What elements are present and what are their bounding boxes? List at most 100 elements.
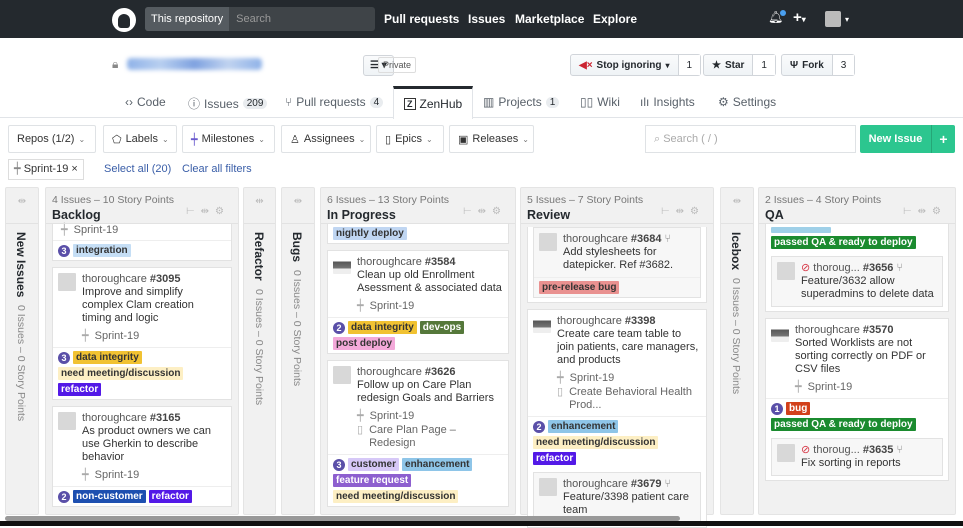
collapsed-pipeline-refactor[interactable]: ⇹ Refactor 0 Issues – 0 Story Points	[243, 187, 276, 515]
watch-count[interactable]: 1	[677, 55, 701, 75]
tab-projects[interactable]: ▥ Projects 1	[483, 95, 560, 109]
issue-summary[interactable]: ⊘ thoroug... #3656 ⑂ Feature/3632 allow s…	[772, 257, 942, 306]
epic-label[interactable]: Care Plan Page – Redesign	[369, 424, 503, 450]
linked-pull-request[interactable]: ⊘ thoroug... #3635 ⑂ Fix sorting in repor…	[771, 438, 943, 476]
label-refactor[interactable]: refactor	[533, 452, 577, 465]
notification-bell-icon[interactable]: 🔔︎	[768, 10, 787, 24]
issue-card[interactable]: nightly deploy	[327, 223, 509, 244]
issue-summary[interactable]: thoroughcare #3584 Clean up old Enrollmen…	[328, 251, 508, 299]
issue-title[interactable]: Sorted Worklists are not sorting correct…	[795, 337, 943, 376]
sprint-label[interactable]: Sprint-19	[74, 224, 119, 237]
issue-card[interactable]: thoroughcare #3626 Follow up on Care Plan…	[327, 360, 509, 507]
label-partial[interactable]	[771, 227, 831, 233]
tab-code[interactable]: ‹› Code	[125, 95, 166, 109]
sprint-label[interactable]: Sprint-19	[95, 330, 140, 343]
issue-author[interactable]: thoroughcare	[795, 324, 860, 336]
issue-card[interactable]: thoroughcare #3684 ⑂ Add stylesheets for …	[527, 227, 707, 303]
issue-number[interactable]: #3165	[150, 412, 181, 424]
issue-summary[interactable]: thoroughcare #3165 As product owners we c…	[53, 407, 231, 468]
tab-wiki[interactable]: ▯▯ Wiki	[580, 95, 620, 109]
issue-title[interactable]: Follow up on Care Plan redesign Goals an…	[357, 379, 503, 405]
pipeline-controls-icon[interactable]: ⊢⇹⚙	[186, 206, 230, 217]
nav-explore[interactable]: Explore	[593, 12, 637, 26]
label-feature-request[interactable]: feature request	[333, 474, 412, 487]
sprint-label[interactable]: Sprint-19	[570, 372, 615, 385]
issue-author[interactable]: thoroughcare	[82, 412, 147, 424]
github-logo-icon[interactable]	[112, 8, 136, 32]
tab-pull-requests[interactable]: ⑂ Pull requests 4	[285, 95, 384, 109]
label-non-customer[interactable]: non-customer	[73, 490, 146, 503]
label-need-meeting-discussion[interactable]: need meeting/discussion	[533, 436, 659, 449]
label-passed-qa-ready-to-deploy[interactable]: passed QA & ready to deploy	[771, 236, 916, 249]
pipeline-controls-icon[interactable]: ⊢⇹⚙	[463, 206, 507, 217]
select-all-link[interactable]: Select all (20)	[104, 163, 171, 175]
label-customer[interactable]: customer	[348, 458, 400, 471]
pipeline-controls-icon[interactable]: ⊢⇹⚙	[661, 206, 705, 217]
star-button[interactable]: ★ Star 1	[703, 54, 776, 76]
label-need-meeting-discussion[interactable]: need meeting/discussion	[333, 490, 459, 503]
milestones-filter[interactable]: ┿ Milestones ⌄	[182, 125, 275, 153]
issue-card[interactable]: thoroughcare #3584 Clean up old Enrollmen…	[327, 250, 509, 354]
clear-filters-link[interactable]: Clear all filters	[182, 163, 252, 175]
label-integration[interactable]: integration	[73, 244, 131, 257]
issue-summary[interactable]: thoroughcare #3684 ⑂ Add stylesheets for …	[534, 228, 700, 277]
label-pre-release-bug[interactable]: pre-release bug	[539, 281, 620, 294]
issue-author[interactable]: thoroughcare	[357, 256, 422, 268]
plus-icon[interactable]: +	[931, 125, 955, 153]
user-avatar[interactable]	[825, 11, 841, 27]
issue-author[interactable]: thoroug...	[813, 262, 859, 274]
epic-label[interactable]: Create Behavioral Health Prod...	[569, 386, 701, 412]
label-need-meeting-discussion[interactable]: need meeting/discussion	[58, 367, 184, 380]
issue-title[interactable]: Fix sorting in reports	[801, 457, 937, 470]
issue-number[interactable]: #3679	[631, 478, 662, 490]
issue-title[interactable]: Create care team table to join patients,…	[557, 328, 701, 367]
issue-number[interactable]: #3684	[631, 233, 662, 245]
sprint-label[interactable]: Sprint-19	[95, 469, 140, 482]
tab-zenhub[interactable]: Z ZenHub	[393, 86, 474, 119]
fork-count[interactable]: 3	[831, 55, 855, 75]
tab-insights[interactable]: ılı Insights	[640, 95, 695, 109]
expand-icon[interactable]: ⇹	[282, 188, 314, 224]
label-data-integrity[interactable]: data integrity	[348, 321, 417, 334]
issue-author[interactable]: thoroug...	[813, 444, 859, 456]
close-icon[interactable]: ×	[71, 163, 77, 175]
issue-title[interactable]: Feature/3632 allow superadmins to delete…	[801, 275, 937, 301]
issue-title[interactable]: As product owners we can use Gherkin to …	[82, 425, 226, 464]
new-issue-button[interactable]: New Issue +	[860, 125, 955, 153]
sprint-label[interactable]: Sprint-19	[370, 410, 415, 423]
pipeline-controls-icon[interactable]: ⊢⇹⚙	[903, 206, 947, 217]
expand-icon[interactable]: ⇹	[6, 188, 38, 224]
issue-number[interactable]: #3626	[425, 366, 456, 378]
issue-author[interactable]: thoroughcare	[563, 233, 628, 245]
tab-settings[interactable]: ⚙ Settings	[718, 95, 776, 109]
issue-card[interactable]: thoroughcare #3570 Sorted Worklists are n…	[765, 318, 949, 481]
issue-number[interactable]: #3584	[425, 256, 456, 268]
plus-icon[interactable]: +▾	[793, 9, 806, 26]
label-refactor[interactable]: refactor	[58, 383, 102, 396]
issue-card[interactable]: thoroughcare #3095 Improve and simplify c…	[52, 267, 232, 400]
issue-card[interactable]: ┿ Sprint-19 3 integration	[52, 224, 232, 261]
issue-number[interactable]: #3656	[863, 262, 894, 274]
issue-title[interactable]: Add stylesheets for datepicker. Ref #368…	[563, 246, 695, 272]
issue-number[interactable]: #3398	[625, 315, 656, 327]
tab-issues[interactable]: ⓘ Issues 209	[188, 95, 268, 112]
chevron-down-icon[interactable]: ▾	[845, 15, 849, 24]
label-dev-ops[interactable]: dev-ops	[419, 321, 465, 334]
collapsed-pipeline-icebox[interactable]: ⇹ Icebox 0 Issues – 0 Story Points	[720, 187, 754, 515]
issue-author[interactable]: thoroughcare	[357, 366, 422, 378]
issue-card[interactable]: thoroughcare #3165 As product owners we c…	[52, 406, 232, 507]
search-input[interactable]: Search	[229, 7, 271, 31]
issue-card[interactable]: thoroughcare #3398 Create care team table…	[527, 309, 707, 528]
issue-summary[interactable]: thoroughcare #3095 Improve and simplify c…	[53, 268, 231, 329]
collapsed-pipeline-bugs[interactable]: ⇹ Bugs 0 Issues – 0 Story Points	[281, 187, 315, 515]
releases-filter[interactable]: ▣ Releases ⌄	[449, 125, 534, 153]
expand-icon[interactable]: ⇹	[721, 188, 753, 224]
issue-summary[interactable]: thoroughcare #3626 Follow up on Care Plan…	[328, 361, 508, 409]
label-passed-qa-ready-to-deploy[interactable]: passed QA & ready to deploy	[771, 418, 916, 431]
nav-pull-requests[interactable]: Pull requests	[384, 12, 459, 26]
repo-name-blurred[interactable]	[127, 58, 262, 70]
issue-author[interactable]: thoroughcare	[563, 478, 628, 490]
watch-button[interactable]: ◀× Stop ignoring ▾ 1	[570, 54, 702, 76]
fork-button[interactable]: Ψ Fork 3	[781, 54, 856, 76]
issue-summary[interactable]: thoroughcare #3679 ⑂ Feature/3398 patient…	[534, 473, 700, 522]
